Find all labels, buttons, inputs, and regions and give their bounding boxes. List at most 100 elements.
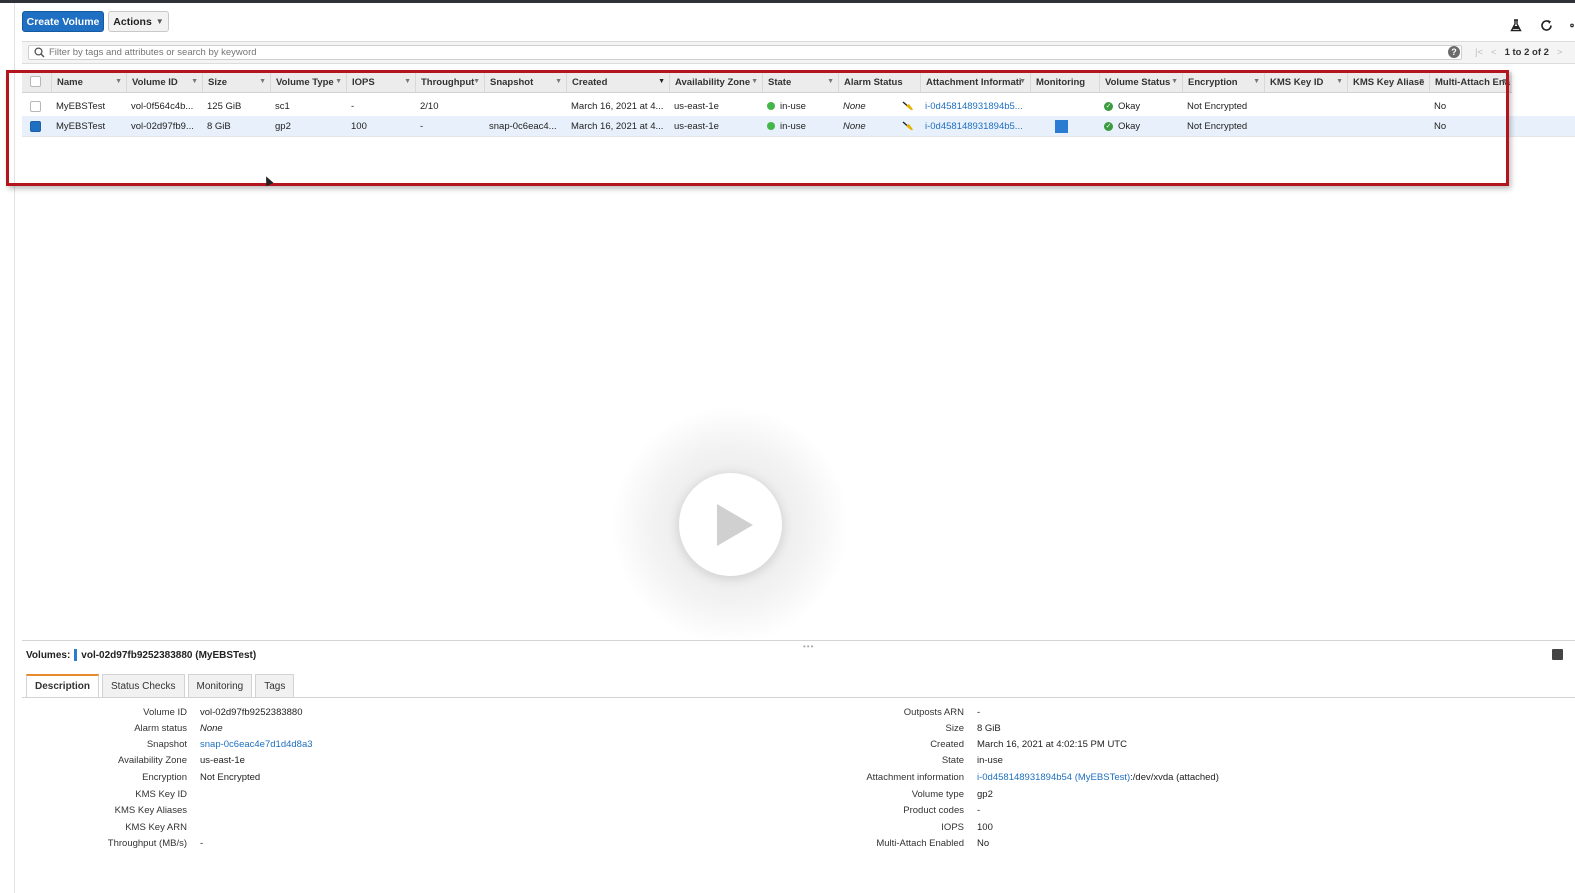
column-header-monitoring[interactable]: Monitoring	[1030, 72, 1099, 92]
cell-attachment-link[interactable]: i-0d458148931894b5...	[920, 96, 1030, 116]
snapshot-link[interactable]: snap-0c6eac4e7d1d4d8a3	[200, 739, 313, 750]
description-right-list: Outposts ARN - Size 8 GiB Created March 16,…	[700, 704, 1560, 854]
row-checkbox[interactable]	[30, 101, 41, 112]
tab-monitoring[interactable]: Monitoring	[187, 674, 253, 697]
tab-status-checks[interactable]: Status Checks	[102, 674, 185, 697]
detail-row-attachment: Attachment information i-0d458148931894b5…	[866, 771, 1219, 783]
cell-iops: -	[351, 100, 355, 112]
monitoring-chart-icon[interactable]	[1030, 116, 1099, 136]
detail-row-created: Created March 16, 2021 at 4:02:15 PM UTC	[930, 738, 1127, 750]
prev-page-icon[interactable]: <	[1491, 47, 1497, 58]
tabs-underline	[22, 697, 1575, 698]
cell-volume-type: sc1	[275, 100, 290, 112]
search-input[interactable]	[29, 45, 1461, 60]
cell-kms-key-aliases	[1347, 96, 1429, 116]
actions-dropdown[interactable]: Actions ▼	[108, 11, 169, 32]
video-play-button[interactable]	[679, 473, 782, 576]
column-header-size[interactable]: Size ▼	[202, 72, 270, 92]
select-all-checkbox[interactable]	[30, 76, 41, 87]
detail-row-kms-key-arn: KMS Key ARN	[125, 821, 187, 833]
detail-row-state: State in-use	[941, 754, 1003, 766]
cell-size: 8 GiB	[207, 120, 231, 132]
detail-row-multi-attach: Multi-Attach Enabled No	[876, 837, 990, 849]
detail-tabs: Description Status Checks Monitoring Tag…	[26, 674, 295, 697]
alarm-bell-icon[interactable]	[896, 116, 920, 136]
detail-pane-divider[interactable]	[22, 640, 1575, 641]
play-icon	[716, 503, 753, 546]
cell-volume-type: gp2	[275, 120, 291, 132]
cell-kms-key-aliases	[1347, 116, 1429, 136]
column-header-availability-zone[interactable]: Availability Zone ▼	[669, 72, 762, 92]
next-page-icon[interactable]: >	[1557, 47, 1563, 58]
detail-row-snapshot: Snapshot snap-0c6eac4e7d1d4d8a3	[146, 738, 313, 750]
column-header-attachment[interactable]: Attachment Informati ▼	[920, 72, 1030, 92]
table-row[interactable]: MyEBSTest vol-02d97fb9... 8 GiB gp2 100 …	[22, 116, 1575, 137]
detail-row-alarm-status: Alarm status None	[134, 722, 223, 734]
cell-kms-key-id	[1264, 116, 1347, 136]
refresh-icon[interactable]	[1539, 18, 1553, 32]
cell-created: March 16, 2021 at 4...	[571, 100, 664, 112]
cell-volume-id: vol-02d97fb9...	[131, 120, 194, 132]
column-header-kms-key-aliases[interactable]: KMS Key Aliase ▼	[1347, 72, 1429, 92]
column-header-multi-attach[interactable]: Multi-Attach Ena ▼	[1429, 72, 1512, 92]
column-header-snapshot[interactable]: Snapshot ▼	[484, 72, 566, 92]
detail-row-volume-type: Volume type gp2	[911, 788, 993, 800]
cell-name: MyEBSTest	[56, 100, 106, 112]
column-header-name[interactable]: Name ▼	[51, 72, 126, 92]
cell-state: in-use	[762, 116, 838, 136]
table-header: Name ▼ Volume ID ▼ Size ▼ Volume Type ▼ IOPS…	[22, 72, 1512, 93]
detail-row-kms-key-aliases: KMS Key Aliases	[114, 804, 187, 816]
column-header-iops[interactable]: IOPS ▼	[346, 72, 415, 92]
alarm-bell-icon[interactable]	[896, 96, 920, 116]
first-page-icon[interactable]: |<	[1475, 47, 1483, 58]
cell-size: 125 GiB	[207, 100, 242, 112]
panel-maximize-icon[interactable]	[1552, 649, 1563, 660]
row-checkbox-checked[interactable]	[30, 121, 41, 132]
tab-description[interactable]: Description	[26, 674, 100, 697]
cell-multi-attach: No	[1434, 100, 1447, 112]
cell-name: MyEBSTest	[56, 120, 106, 132]
column-header-volume-id[interactable]: Volume ID ▼	[126, 72, 202, 92]
create-volume-button[interactable]: Create Volume	[22, 11, 104, 32]
settings-icon[interactable]	[1569, 18, 1575, 32]
detail-volume-title: vol-02d97fb9252383880 (MyEBSTest)	[81, 649, 257, 661]
column-header-alarm-status[interactable]: Alarm Status	[838, 72, 920, 92]
toolbar-icons	[1509, 18, 1575, 32]
flask-icon[interactable]	[1509, 18, 1523, 32]
column-header-volume-type[interactable]: Volume Type ▼	[270, 72, 346, 92]
tab-tags[interactable]: Tags	[255, 674, 295, 697]
cell-kms-key-id	[1264, 96, 1347, 116]
cell-alarm-status: None	[843, 100, 866, 112]
pager-text: 1 to 2 of 2	[1504, 47, 1549, 58]
column-header-encryption[interactable]: Encryption ▼	[1182, 72, 1264, 92]
pagination: |< < 1 to 2 of 2 >	[1475, 47, 1562, 58]
cell-volume-status: ✓ Okay	[1104, 100, 1141, 112]
description-left-list: Volume ID vol-02d97fb9252383880 Alarm sta…	[0, 704, 700, 854]
cell-state: in-use	[762, 96, 838, 116]
cell-availability-zone: us-east-1e	[674, 100, 719, 112]
detail-row-size: Size 8 GiB	[945, 722, 1001, 734]
status-dot-icon	[767, 102, 775, 110]
column-header-state[interactable]: State ▼	[762, 72, 838, 92]
cell-multi-attach: No	[1434, 120, 1447, 132]
column-header-created[interactable]: Created ▼	[566, 72, 669, 92]
column-header-kms-key-id[interactable]: KMS Key ID ▼	[1264, 72, 1347, 92]
check-circle-icon: ✓	[1104, 121, 1113, 131]
table-row[interactable]: MyEBSTest vol-0f564c4b... 125 GiB sc1 - …	[22, 96, 1575, 117]
cell-volume-id: vol-0f564c4b...	[131, 100, 194, 112]
search-field[interactable]	[28, 45, 1462, 60]
detail-row-availability-zone: Availability Zone us-east-1e	[117, 754, 245, 766]
selection-color-bar	[74, 649, 78, 661]
detail-row-kms-key-id: KMS Key ID	[135, 788, 187, 800]
help-icon[interactable]: ?	[1448, 46, 1460, 58]
column-header-throughput[interactable]: Throughput ▼	[415, 72, 484, 92]
column-header-volume-status[interactable]: Volume Status ▼	[1099, 72, 1182, 92]
detail-row-throughput: Throughput (MB/s) -	[107, 837, 204, 849]
filter-bar: ? |< < 1 to 2 of 2 >	[22, 41, 1575, 64]
resize-grip-icon[interactable]: •••	[803, 642, 814, 651]
cell-alarm-status: None	[843, 120, 866, 132]
attachment-instance-link[interactable]: i-0d458148931894b54 (MyEBSTest)	[977, 772, 1130, 783]
volumes-table: Name ▼ Volume ID ▼ Size ▼ Volume Type ▼ IOPS…	[22, 72, 1575, 184]
chevron-down-icon: ▼	[155, 17, 164, 26]
cell-attachment-link[interactable]: i-0d458148931894b5...	[920, 116, 1030, 136]
